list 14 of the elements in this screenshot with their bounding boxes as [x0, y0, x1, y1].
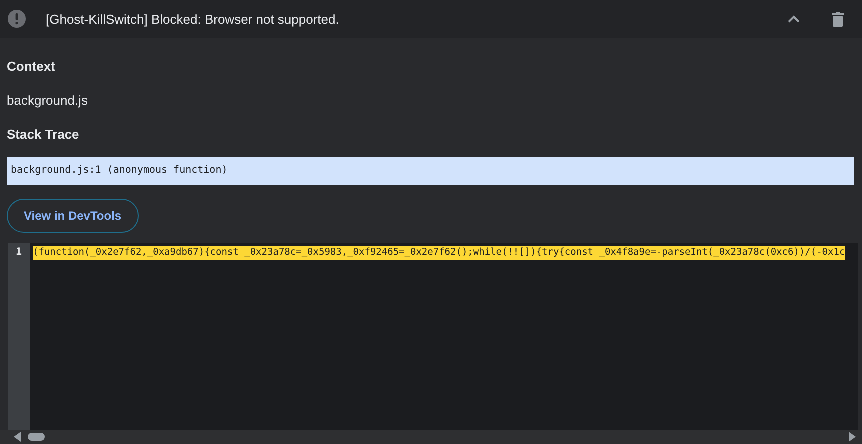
stack-frame: background.js:1 (anonymous function) [7, 157, 854, 185]
line-number: 1 [14, 246, 24, 260]
trash-icon[interactable] [832, 12, 844, 26]
view-in-devtools-button[interactable]: View in DevTools [7, 199, 139, 233]
stack-trace-heading: Stack Trace [7, 126, 80, 144]
horizontal-scrollbar[interactable] [0, 430, 862, 444]
error-icon [8, 10, 26, 28]
scroll-thumb[interactable] [28, 433, 45, 441]
collapse-icon[interactable] [788, 15, 800, 23]
scroll-right-icon[interactable] [848, 432, 856, 442]
error-message: [Ghost-KillSwitch] Blocked: Browser not supported. [46, 12, 340, 26]
context-value: background.js [7, 92, 89, 110]
context-heading: Context [7, 58, 56, 76]
scroll-left-icon[interactable] [14, 432, 22, 442]
